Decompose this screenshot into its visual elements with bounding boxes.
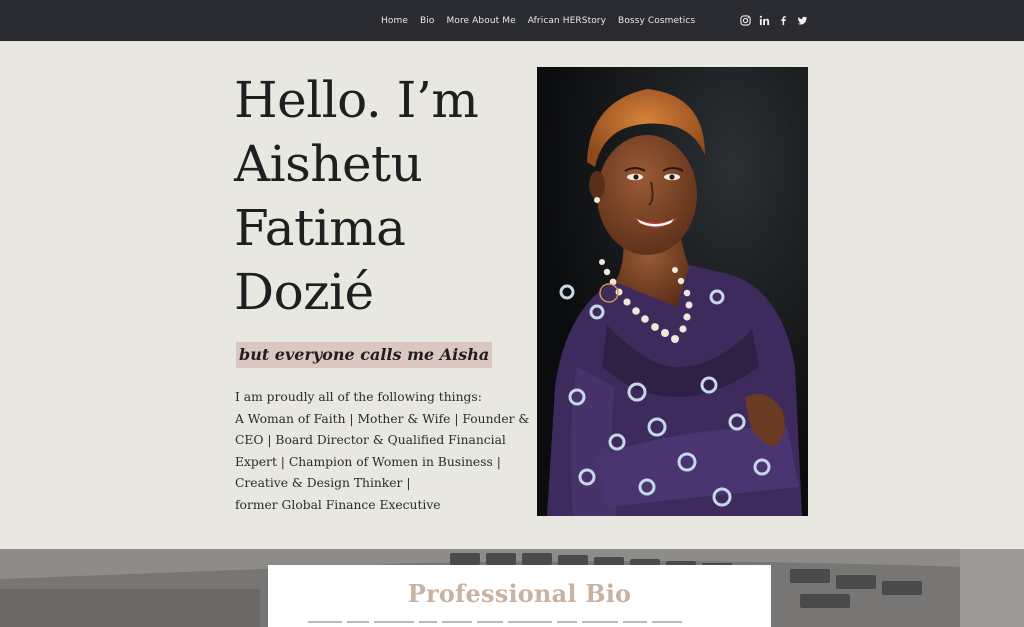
linkedin-icon[interactable] bbox=[759, 15, 770, 26]
hero-title-line: Aishetu bbox=[234, 135, 423, 193]
description-line: Creative & Design Thinker | bbox=[235, 476, 411, 491]
hero-tagline: but everyone calls me Aisha bbox=[236, 342, 493, 368]
nav-bossy-cosmetics[interactable]: Bossy Cosmetics bbox=[618, 16, 695, 26]
hero-title-line: Hello. I’m bbox=[234, 71, 479, 129]
nav-african-herstory[interactable]: African HERStory bbox=[528, 16, 606, 26]
bio-title: Professional Bio bbox=[407, 579, 632, 608]
description-line: former Global Finance Executive bbox=[235, 497, 441, 512]
twitter-icon[interactable] bbox=[797, 15, 808, 26]
description-line: A Woman of Faith | Mother & Wife | Found… bbox=[235, 411, 530, 426]
hero-title-line: Dozié bbox=[234, 263, 374, 321]
bio-card: Professional Bio bbox=[268, 565, 771, 627]
nav-more-about-me[interactable]: More About Me bbox=[446, 16, 515, 26]
portrait-illustration bbox=[537, 67, 808, 516]
description-line: CEO | Board Director & Qualified Financi… bbox=[235, 433, 506, 448]
site-header: Home Bio More About Me African HERStory … bbox=[0, 0, 1024, 41]
main-nav: Home Bio More About Me African HERStory … bbox=[381, 0, 695, 41]
facebook-icon[interactable] bbox=[778, 15, 789, 26]
hero-title: Hello. I’m Aishetu Fatima Dozié bbox=[234, 68, 534, 324]
portrait-photo bbox=[537, 67, 808, 516]
social-links bbox=[740, 0, 808, 41]
nav-home[interactable]: Home bbox=[381, 16, 408, 26]
description-line: I am proudly all of the following things… bbox=[235, 390, 482, 404]
hero-title-line: Fatima bbox=[234, 199, 406, 257]
bio-text-preview bbox=[308, 621, 728, 627]
instagram-icon[interactable] bbox=[740, 15, 751, 26]
hero-description: I am proudly all of the following things… bbox=[235, 387, 530, 517]
nav-bio[interactable]: Bio bbox=[420, 16, 434, 26]
description-line: Expert | Champion of Women in Business | bbox=[235, 454, 501, 469]
